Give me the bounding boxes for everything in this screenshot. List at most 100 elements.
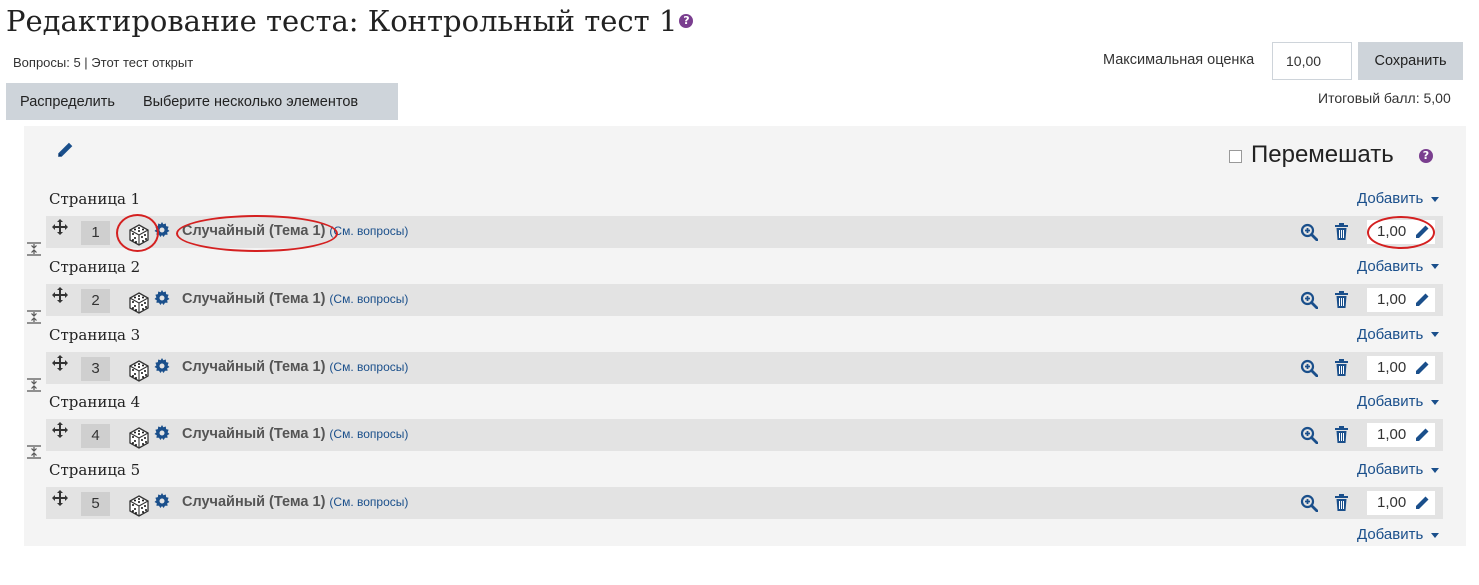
save-button[interactable]: Сохранить	[1358, 42, 1463, 80]
page-label: Страница 4	[49, 393, 141, 412]
edit-pencil-icon[interactable]	[1414, 495, 1430, 519]
add-menu-link[interactable]: Добавить	[1357, 190, 1440, 207]
add-menu-link[interactable]: Добавить	[1357, 326, 1440, 343]
preview-zoom-icon[interactable]	[1300, 223, 1319, 246]
help-icon[interactable]: ?	[679, 14, 694, 28]
caret-down-icon	[1431, 196, 1440, 202]
question-name-text: Случайный (Тема 1)	[182, 426, 326, 443]
question-name-text: Случайный (Тема 1)	[182, 494, 326, 510]
page-title: Редактирование теста: Контрольный тест 1…	[6, 4, 694, 38]
trash-icon[interactable]	[1334, 290, 1349, 313]
move-icon[interactable]	[51, 489, 69, 512]
move-icon[interactable]	[51, 286, 69, 309]
max-mark[interactable]: 1,00	[1367, 423, 1435, 448]
move-icon[interactable]	[51, 354, 69, 377]
question-name[interactable]: Случайный (Тема 1) (См. вопросы)	[182, 359, 408, 375]
question-slot: 5 Случайный (Тема 1) (См. вопросы) 1,00	[46, 487, 1443, 519]
page-label: Страница 3	[49, 325, 141, 344]
toolbar: Распределить Выберите несколько элементо…	[6, 83, 398, 120]
max-mark[interactable]: 1,00	[1367, 491, 1435, 515]
repaginate-button[interactable]: Распределить	[6, 94, 129, 110]
page-title-text: Редактирование теста: Контрольный тест 1	[6, 4, 678, 38]
edit-pencil-icon[interactable]	[1414, 224, 1430, 248]
max-mark[interactable]: 1,00	[1367, 220, 1435, 244]
shuffle-checkbox[interactable]	[1229, 150, 1242, 163]
trash-icon[interactable]	[1334, 358, 1349, 381]
page-label: Страница 5	[49, 461, 141, 479]
trash-icon[interactable]	[1334, 494, 1349, 516]
see-questions-link[interactable]: (См. вопросы)	[329, 224, 408, 238]
help-icon[interactable]: ?	[1419, 149, 1433, 163]
caret-down-icon	[1431, 264, 1440, 270]
question-slot: 1 Случайный (Тема 1) (См. вопросы) 1,00	[46, 216, 1443, 248]
slot-number: 3	[81, 356, 110, 381]
max-mark-value: 1,00	[1377, 426, 1407, 444]
edit-pencil-icon[interactable]	[1414, 292, 1430, 316]
trash-icon[interactable]	[1334, 223, 1349, 245]
page-break-icon[interactable]	[26, 444, 42, 465]
see-questions-link[interactable]: (См. вопросы)	[329, 292, 408, 306]
page-break-icon[interactable]	[26, 241, 42, 262]
random-dice-icon	[127, 426, 151, 455]
random-dice-icon	[127, 291, 151, 320]
max-mark[interactable]: 1,00	[1367, 287, 1435, 312]
edit-pencil-icon[interactable]	[1414, 360, 1430, 384]
gear-icon[interactable]	[154, 222, 170, 243]
gear-icon[interactable]	[154, 425, 170, 446]
edit-pencil-icon[interactable]	[56, 141, 74, 164]
see-questions-link[interactable]: (См. вопросы)	[329, 495, 408, 509]
slot-number: 1	[81, 221, 110, 245]
caret-down-icon	[1431, 399, 1440, 405]
gear-icon[interactable]	[154, 357, 170, 379]
see-questions-link[interactable]: (См. вопросы)	[329, 360, 408, 374]
preview-zoom-icon[interactable]	[1300, 359, 1319, 382]
move-icon[interactable]	[51, 421, 69, 444]
question-name[interactable]: Случайный (Тема 1) (См. вопросы)	[182, 426, 408, 442]
caret-down-icon	[1431, 332, 1440, 338]
preview-zoom-icon[interactable]	[1300, 291, 1319, 314]
add-menu-label: Добавить	[1357, 190, 1424, 207]
add-menu-link[interactable]: Добавить	[1357, 461, 1440, 478]
page-break-icon[interactable]	[26, 377, 42, 398]
page-break-icon[interactable]	[26, 309, 42, 330]
gear-icon[interactable]	[154, 493, 170, 514]
max-mark[interactable]: 1,00	[1367, 355, 1435, 380]
caret-down-icon	[1431, 532, 1440, 538]
quiz-status: Вопросы: 5 | Этот тест открыт	[13, 55, 194, 70]
max-grade-label: Максимальная оценка	[1103, 52, 1255, 68]
edit-pencil-icon[interactable]	[1414, 427, 1430, 451]
see-questions-link[interactable]: (См. вопросы)	[329, 427, 408, 441]
question-name-text: Случайный (Тема 1)	[182, 290, 326, 307]
max-mark-value: 1,00	[1377, 290, 1407, 308]
move-icon[interactable]	[51, 218, 69, 241]
shuffle-label: Перемешать	[1251, 141, 1394, 168]
question-name-text: Случайный (Тема 1)	[182, 223, 326, 239]
caret-down-icon	[1431, 467, 1440, 473]
add-menu-link[interactable]: Добавить	[1357, 526, 1440, 543]
slot-number: 2	[81, 288, 110, 313]
question-name[interactable]: Случайный (Тема 1) (См. вопросы)	[182, 494, 408, 510]
random-dice-icon	[127, 494, 151, 523]
page-label: Страница 2	[49, 257, 141, 276]
random-dice-icon	[127, 223, 151, 252]
quiz-section	[24, 126, 1466, 546]
add-menu-label: Добавить	[1357, 257, 1424, 275]
trash-icon[interactable]	[1334, 426, 1349, 448]
slot-number: 4	[81, 424, 110, 449]
page-label: Страница 1	[49, 190, 141, 208]
select-multiple-button[interactable]: Выберите несколько элементов	[129, 94, 372, 110]
gear-icon[interactable]	[154, 289, 170, 311]
random-dice-icon	[127, 359, 151, 388]
question-name[interactable]: Случайный (Тема 1) (См. вопросы)	[182, 291, 408, 307]
question-slot: 3 Случайный (Тема 1) (См. вопросы) 1,00	[46, 351, 1443, 384]
max-mark-value: 1,00	[1377, 494, 1407, 511]
preview-zoom-icon[interactable]	[1300, 426, 1319, 449]
add-menu-link[interactable]: Добавить	[1357, 393, 1440, 410]
total-marks: Итоговый балл: 5,00	[1318, 90, 1451, 106]
preview-zoom-icon[interactable]	[1300, 494, 1319, 517]
add-menu-link[interactable]: Добавить	[1357, 257, 1440, 275]
add-menu-label: Добавить	[1357, 526, 1424, 543]
question-name[interactable]: Случайный (Тема 1) (См. вопросы)	[182, 223, 408, 239]
max-grade-input[interactable]	[1272, 42, 1352, 80]
add-menu-label: Добавить	[1357, 461, 1424, 478]
